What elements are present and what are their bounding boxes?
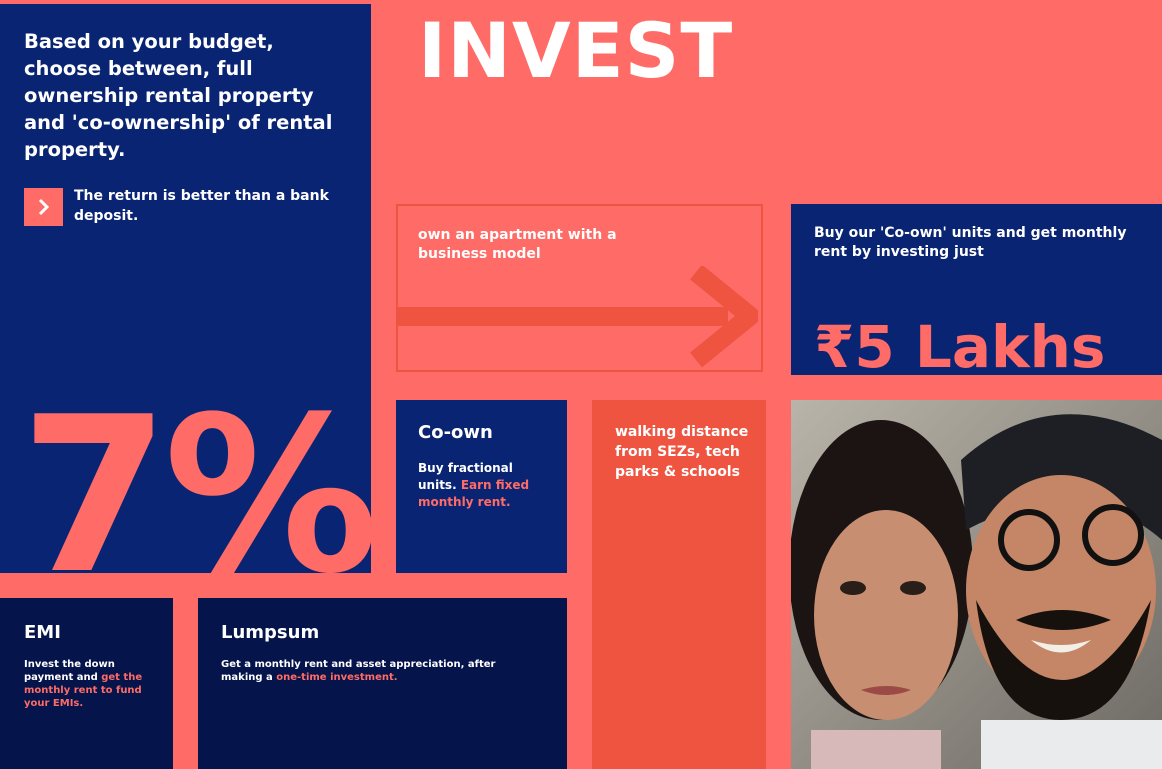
- coown-card[interactable]: Co-own Buy fractional units. Earn fixed …: [396, 400, 567, 573]
- coown-units-text: Buy our 'Co-own' units and get monthly r…: [814, 225, 1127, 260]
- emi-card[interactable]: EMI Invest the down payment and get the …: [0, 598, 173, 769]
- coown-units-card: Buy our 'Co-own' units and get monthly r…: [791, 204, 1162, 375]
- apartment-text: own an apartment with a business model: [418, 227, 617, 262]
- emi-heading: EMI: [24, 622, 61, 643]
- lumpsum-card[interactable]: Lumpsum Get a monthly rent and asset app…: [198, 598, 567, 769]
- percentage-figure: 7%: [20, 370, 371, 574]
- location-text: walking distance from SEZs, tech parks &…: [615, 424, 749, 480]
- coown-heading: Co-own: [418, 422, 493, 443]
- coown-description: Buy fractional units. Earn fixed monthly…: [418, 460, 538, 511]
- return-text: The return is better than a bank deposit…: [74, 188, 329, 224]
- investment-amount: ₹5 Lakhs: [814, 313, 1106, 375]
- location-card: walking distance from SEZs, tech parks &…: [592, 400, 766, 769]
- lumpsum-highlight: one-time investment.: [276, 672, 398, 683]
- intro-heading: Based on your budget, choose between, fu…: [24, 30, 333, 161]
- couple-photo: [791, 400, 1162, 769]
- emi-description: Invest the down payment and get the mont…: [24, 658, 144, 710]
- apartment-card: own an apartment with a business model: [396, 204, 763, 372]
- page-title: INVEST: [418, 6, 734, 95]
- intro-panel: Based on your budget, choose between, fu…: [0, 4, 371, 573]
- lumpsum-description: Get a monthly rent and asset appreciatio…: [221, 658, 511, 684]
- chevron-right-icon[interactable]: [24, 188, 63, 226]
- lumpsum-heading: Lumpsum: [221, 622, 320, 643]
- arrow-right-icon: [398, 266, 758, 368]
